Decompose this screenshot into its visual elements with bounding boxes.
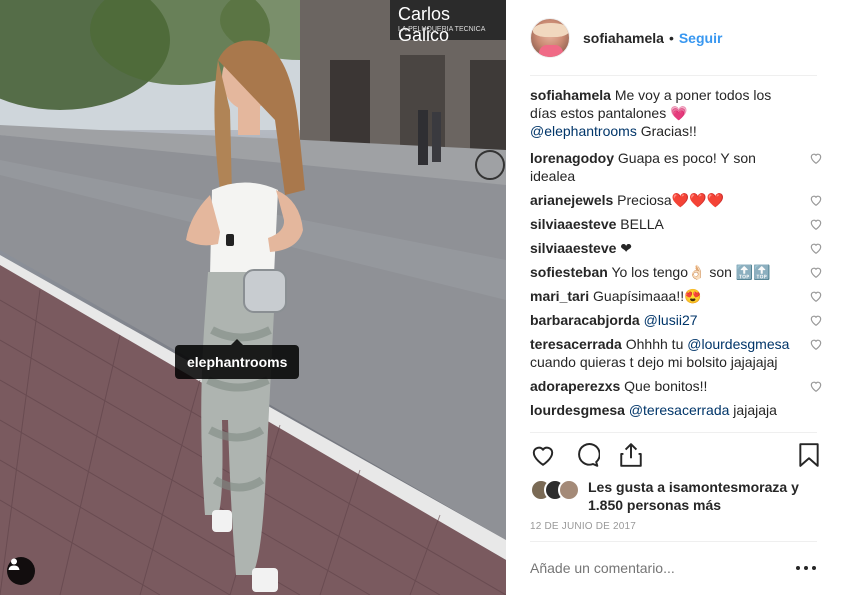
post-date: 12 DE JUNIO DE 2017: [530, 521, 637, 532]
caption-text-end: Gracias!!: [636, 123, 697, 139]
heart-icon[interactable]: [809, 241, 823, 255]
liker-avatars: [530, 479, 588, 503]
comments-list[interactable]: sofiahamela Me voy a poner todos los día…: [530, 86, 826, 432]
heart-icon[interactable]: [809, 193, 823, 207]
comment: lourdesgmesa @teresacerrada jajajaja: [530, 401, 826, 419]
comment-text: BELLA: [616, 216, 664, 232]
heart-icon[interactable]: [530, 442, 556, 468]
comment-username[interactable]: arianejewels: [530, 192, 613, 208]
likes-summary[interactable]: Les gusta a isamontesmoraza y 1.850 pers…: [530, 478, 820, 518]
comment-mention[interactable]: @lusii27: [644, 312, 698, 328]
comment: lorenagodoy Guapa es poco! Y son idealea: [530, 149, 826, 185]
divider: [530, 75, 817, 76]
caption-username[interactable]: sofiahamela: [530, 87, 611, 103]
comment-text: Guapísimaaa!!😍: [589, 288, 702, 304]
comment-username[interactable]: adoraperezxs: [530, 378, 620, 394]
comment-username[interactable]: mari_tari: [530, 288, 589, 304]
comment-input[interactable]: [530, 556, 780, 580]
header-username[interactable]: sofiahamela: [583, 30, 664, 46]
post-header: sofiahamela • Seguir: [530, 14, 820, 62]
comment-icon[interactable]: [574, 442, 600, 468]
comment-username[interactable]: barbaracabjorda: [530, 312, 640, 328]
comment-username[interactable]: lourdesgmesa: [530, 402, 625, 418]
comment: teresacerrada Ohhhh tu @lourdesgmesa cua…: [530, 335, 826, 371]
caption-mention[interactable]: @elephantrooms: [530, 123, 637, 139]
likes-count[interactable]: Les gusta a isamontesmoraza y 1.850 pers…: [588, 478, 820, 518]
comment-username[interactable]: silviaaesteve: [530, 216, 616, 232]
street-scene: [0, 0, 506, 595]
heart-icon[interactable]: [809, 289, 823, 303]
comment: mari_tari Guapísimaaa!!😍: [530, 287, 826, 305]
bookmark-icon[interactable]: [796, 442, 822, 468]
heart-icon[interactable]: [809, 151, 823, 165]
comment: sofiesteban Yo los tengo👌🏻 son 🔝🔝: [530, 263, 826, 281]
comment-text: Ohhhh tu: [621, 336, 688, 352]
person-icon: [8, 558, 20, 570]
more-options-icon[interactable]: [794, 558, 818, 578]
comment-text: Preciosa❤️❤️❤️: [613, 192, 724, 208]
comment: adoraperezxs Que bonitos!!: [530, 377, 826, 395]
comment: barbaracabjorda @lusii27: [530, 311, 826, 329]
heart-icon[interactable]: [809, 337, 823, 351]
post-panel: sofiahamela • Seguir sofiahamela Me voy …: [506, 0, 841, 595]
comment-username[interactable]: teresacerrada: [530, 336, 622, 352]
comment: silviaaesteve ❤: [530, 239, 826, 257]
comment-username[interactable]: lorenagodoy: [530, 150, 614, 166]
comment-text: ❤: [616, 240, 633, 256]
comment-text: Que bonitos!!: [620, 378, 708, 394]
storefront-sign: Carlos Galico: [398, 4, 451, 45]
comment: arianejewels Preciosa❤️❤️❤️: [530, 191, 826, 209]
avatar[interactable]: [530, 18, 570, 58]
separator-dot: •: [668, 30, 674, 46]
comment-text-end: jajajaja: [729, 402, 777, 418]
follow-button[interactable]: Seguir: [679, 30, 723, 46]
comment-text: Yo los tengo👌🏻 son 🔝🔝: [607, 264, 771, 280]
product-tag-elephantrooms[interactable]: elephantrooms: [175, 339, 300, 379]
storefront-subsign: LA PELUQUERIA TECNICA: [398, 26, 486, 33]
heart-icon[interactable]: [809, 217, 823, 231]
comment: silviaaesteve BELLA: [530, 215, 826, 233]
caption: sofiahamela Me voy a poner todos los día…: [530, 86, 826, 140]
share-icon[interactable]: [618, 442, 644, 468]
divider: [530, 541, 817, 542]
comment-mention[interactable]: @teresacerrada: [629, 402, 730, 418]
heart-icon[interactable]: [809, 313, 823, 327]
comment-username[interactable]: sofiesteban: [530, 264, 608, 280]
heart-icon[interactable]: [809, 379, 823, 393]
action-bar: [530, 440, 820, 470]
avatar: [558, 479, 580, 501]
comment-text-end: cuando quieras t dejo mi bolsito jajajaj…: [530, 354, 778, 370]
comment-mention[interactable]: @lourdesgmesa: [687, 336, 789, 352]
comment-username[interactable]: silviaaesteve: [530, 240, 616, 256]
divider: [530, 432, 817, 433]
user-tag-icon[interactable]: [7, 557, 35, 585]
heart-icon[interactable]: [809, 265, 823, 279]
post-photo[interactable]: Carlos Galico LA PELUQUERIA TECNICA elep…: [0, 0, 506, 595]
